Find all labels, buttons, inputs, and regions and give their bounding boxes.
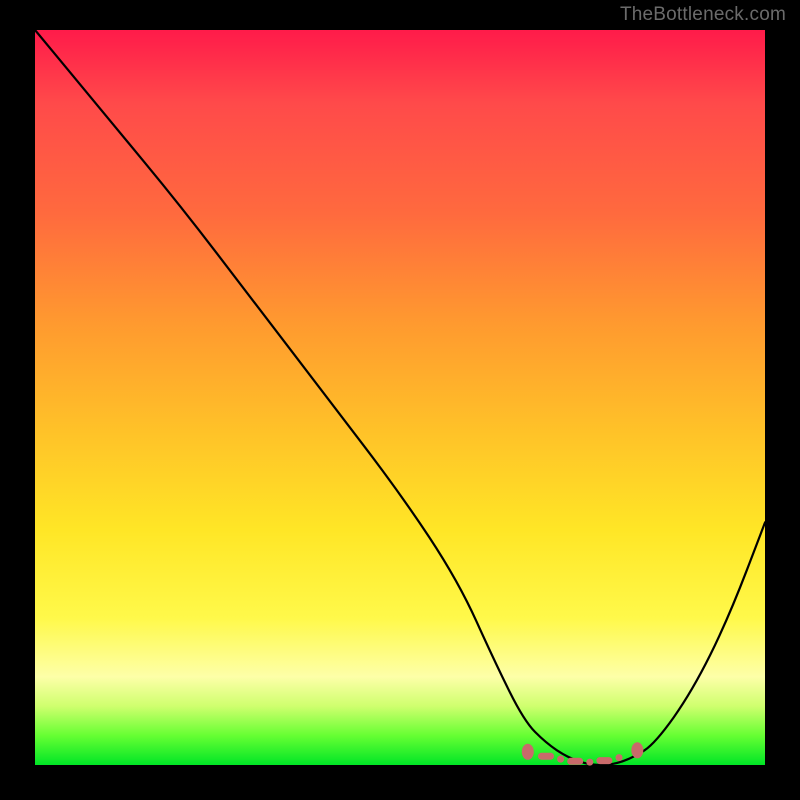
attribution-text: TheBottleneck.com bbox=[620, 4, 786, 26]
bottleneck-curve-line bbox=[35, 30, 765, 765]
optimal-zone-marker bbox=[522, 744, 534, 760]
plot-area bbox=[35, 30, 765, 765]
optimal-zone-marker bbox=[567, 758, 583, 765]
chart-frame: TheBottleneck.com bbox=[0, 0, 800, 800]
optimal-zone-marker bbox=[596, 757, 612, 764]
optimal-zone-marker bbox=[538, 753, 554, 760]
optimal-zone-marker bbox=[557, 756, 564, 763]
curve-svg bbox=[35, 30, 765, 765]
optimal-zone-marker bbox=[586, 759, 593, 766]
optimal-zone-marker bbox=[616, 754, 623, 761]
optimal-zone-marker bbox=[631, 742, 643, 758]
optimal-zone-markers bbox=[522, 742, 644, 765]
